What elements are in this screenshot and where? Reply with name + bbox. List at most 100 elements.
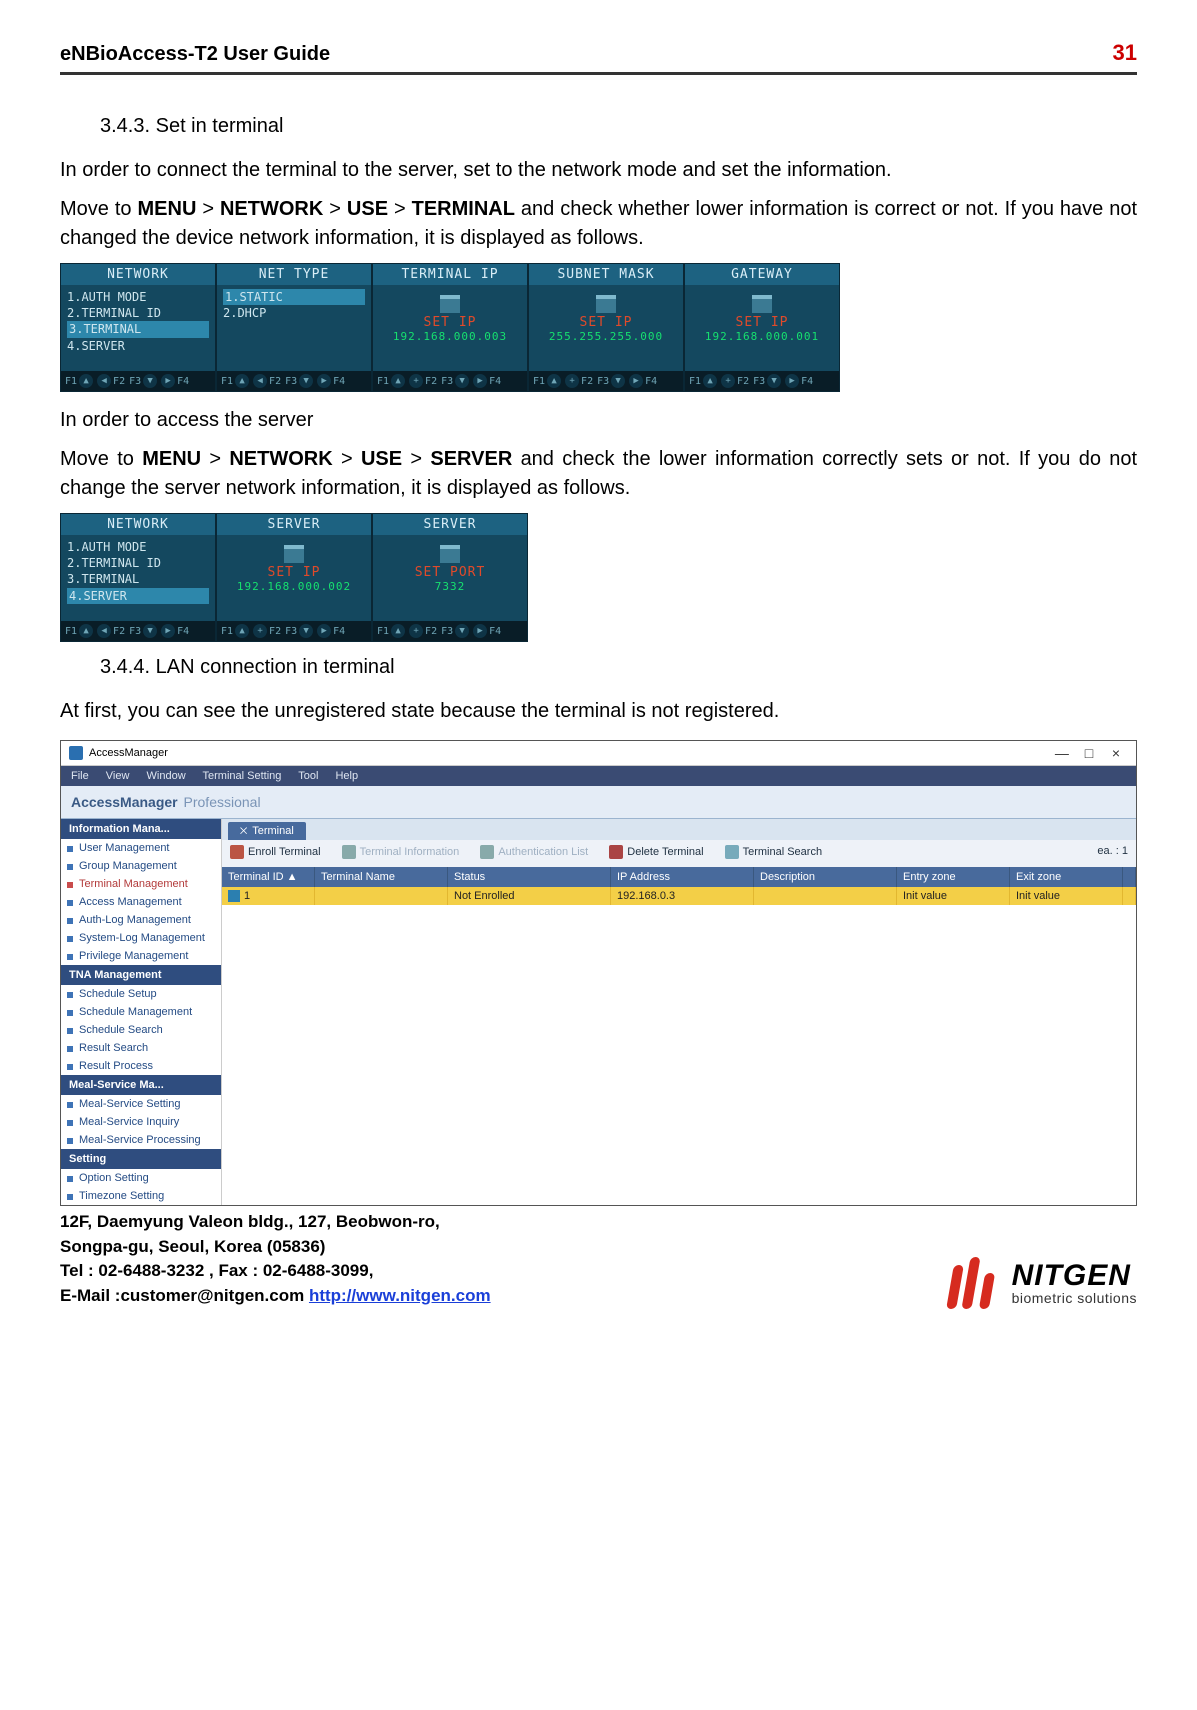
tool-authentication-list[interactable]: Authentication List [480,845,588,859]
key-f1[interactable]: F1 [221,376,233,387]
right-icon[interactable]: ▶ [785,374,799,388]
key-f3[interactable]: F3 [129,626,141,637]
menu-view[interactable]: View [106,770,130,782]
sidebar-item-result-process[interactable]: Result Process [61,1057,221,1075]
menu-item-selected[interactable]: 3.TERMINAL [67,321,209,337]
th-terminal-id[interactable]: Terminal ID ▲ [222,867,315,887]
right-icon[interactable]: ▶ [473,624,487,638]
sidebar-item-option-setting[interactable]: Option Setting [61,1169,221,1187]
window-titlebar[interactable]: AccessManager — □ × [61,741,1136,766]
key-f4[interactable]: F4 [645,376,657,387]
key-f1[interactable]: F1 [377,626,389,637]
right-icon[interactable]: ▶ [317,374,331,388]
sidebar-item-timezone-setting[interactable]: Timezone Setting [61,1187,221,1205]
sidebar-item-user-management[interactable]: User Management [61,839,221,857]
close-button[interactable]: × [1104,745,1128,761]
key-f2[interactable]: F2 [425,376,437,387]
down-icon[interactable]: ▼ [299,624,313,638]
menu-file[interactable]: File [71,770,89,782]
right-icon[interactable]: ▶ [161,624,175,638]
up-icon[interactable]: ▲ [79,374,93,388]
gateway-value[interactable]: 192.168.000.001 [691,330,833,343]
menu-item[interactable]: 3.TERMINAL [67,571,209,587]
key-f2[interactable]: F2 [425,626,437,637]
left-icon[interactable]: ◀ [97,624,111,638]
tab-close-icon[interactable]: ⨉ [240,826,247,836]
key-f1[interactable]: F1 [689,376,701,387]
up-icon[interactable]: ▲ [235,374,249,388]
menu-item[interactable]: 2.TERMINAL ID [67,555,209,571]
th-status[interactable]: Status [448,867,611,887]
plus-icon[interactable]: + [721,374,735,388]
left-icon[interactable]: ◀ [97,374,111,388]
left-icon[interactable]: ◀ [253,374,267,388]
sidebar-item-terminal-management[interactable]: Terminal Management [61,875,221,893]
sidebar-item-meal-processing[interactable]: Meal-Service Processing [61,1131,221,1149]
key-f1[interactable]: F1 [65,376,77,387]
th-ip-address[interactable]: IP Address [611,867,754,887]
menu-item[interactable]: 4.SERVER [67,338,209,354]
plus-icon[interactable]: + [409,624,423,638]
maximize-button[interactable]: □ [1077,745,1101,761]
sidebar-item-schedule-search[interactable]: Schedule Search [61,1021,221,1039]
down-icon[interactable]: ▼ [143,624,157,638]
up-icon[interactable]: ▲ [79,624,93,638]
key-f2[interactable]: F2 [737,376,749,387]
menu-terminal-setting[interactable]: Terminal Setting [203,770,282,782]
up-icon[interactable]: ▲ [235,624,249,638]
sidebar-item-meal-inquiry[interactable]: Meal-Service Inquiry [61,1113,221,1131]
sidebar-item-meal-setting[interactable]: Meal-Service Setting [61,1095,221,1113]
down-icon[interactable]: ▼ [455,624,469,638]
down-icon[interactable]: ▼ [767,374,781,388]
right-icon[interactable]: ▶ [473,374,487,388]
sidebar-item-authlog-management[interactable]: Auth-Log Management [61,911,221,929]
key-f1[interactable]: F1 [65,626,77,637]
server-ip-value[interactable]: 192.168.000.002 [223,580,365,593]
tool-enroll-terminal[interactable]: Enroll Terminal [230,845,321,859]
menu-help[interactable]: Help [335,770,358,782]
menu-tool[interactable]: Tool [298,770,318,782]
sidebar-item-privilege-management[interactable]: Privilege Management [61,947,221,965]
key-f4[interactable]: F4 [489,376,501,387]
menu-item[interactable]: 2.TERMINAL ID [67,305,209,321]
sidebar-item-schedule-management[interactable]: Schedule Management [61,1003,221,1021]
key-f2[interactable]: F2 [113,376,125,387]
key-f3[interactable]: F3 [597,376,609,387]
menu-item[interactable]: 2.DHCP [223,305,365,321]
sidebar-item-result-search[interactable]: Result Search [61,1039,221,1057]
key-f4[interactable]: F4 [177,376,189,387]
ip-value[interactable]: 192.168.000.003 [379,330,521,343]
key-f2[interactable]: F2 [269,626,281,637]
key-f2[interactable]: F2 [113,626,125,637]
key-f3[interactable]: F3 [753,376,765,387]
minimize-button[interactable]: — [1050,745,1074,761]
key-f3[interactable]: F3 [129,376,141,387]
th-entry-zone[interactable]: Entry zone [897,867,1010,887]
server-port-value[interactable]: 7332 [379,580,521,593]
key-f4[interactable]: F4 [489,626,501,637]
up-icon[interactable]: ▲ [391,624,405,638]
tool-terminal-search[interactable]: Terminal Search [725,845,822,859]
plus-icon[interactable]: + [409,374,423,388]
tool-delete-terminal[interactable]: Delete Terminal [609,845,703,859]
key-f1[interactable]: F1 [221,626,233,637]
subnet-value[interactable]: 255.255.255.000 [535,330,677,343]
plus-icon[interactable]: + [253,624,267,638]
key-f4[interactable]: F4 [801,376,813,387]
tool-terminal-information[interactable]: Terminal Information [342,845,460,859]
key-f1[interactable]: F1 [377,376,389,387]
key-f1[interactable]: F1 [533,376,545,387]
down-icon[interactable]: ▼ [143,374,157,388]
key-f4[interactable]: F4 [333,376,345,387]
th-terminal-name[interactable]: Terminal Name [315,867,448,887]
website-link[interactable]: http://www.nitgen.com [309,1286,491,1305]
plus-icon[interactable]: + [565,374,579,388]
key-f3[interactable]: F3 [285,376,297,387]
right-icon[interactable]: ▶ [629,374,643,388]
right-icon[interactable]: ▶ [317,624,331,638]
key-f4[interactable]: F4 [333,626,345,637]
table-row[interactable]: 1 Not Enrolled 192.168.0.3 Init value In… [222,887,1136,905]
sidebar-item-group-management[interactable]: Group Management [61,857,221,875]
key-f3[interactable]: F3 [285,626,297,637]
up-icon[interactable]: ▲ [703,374,717,388]
